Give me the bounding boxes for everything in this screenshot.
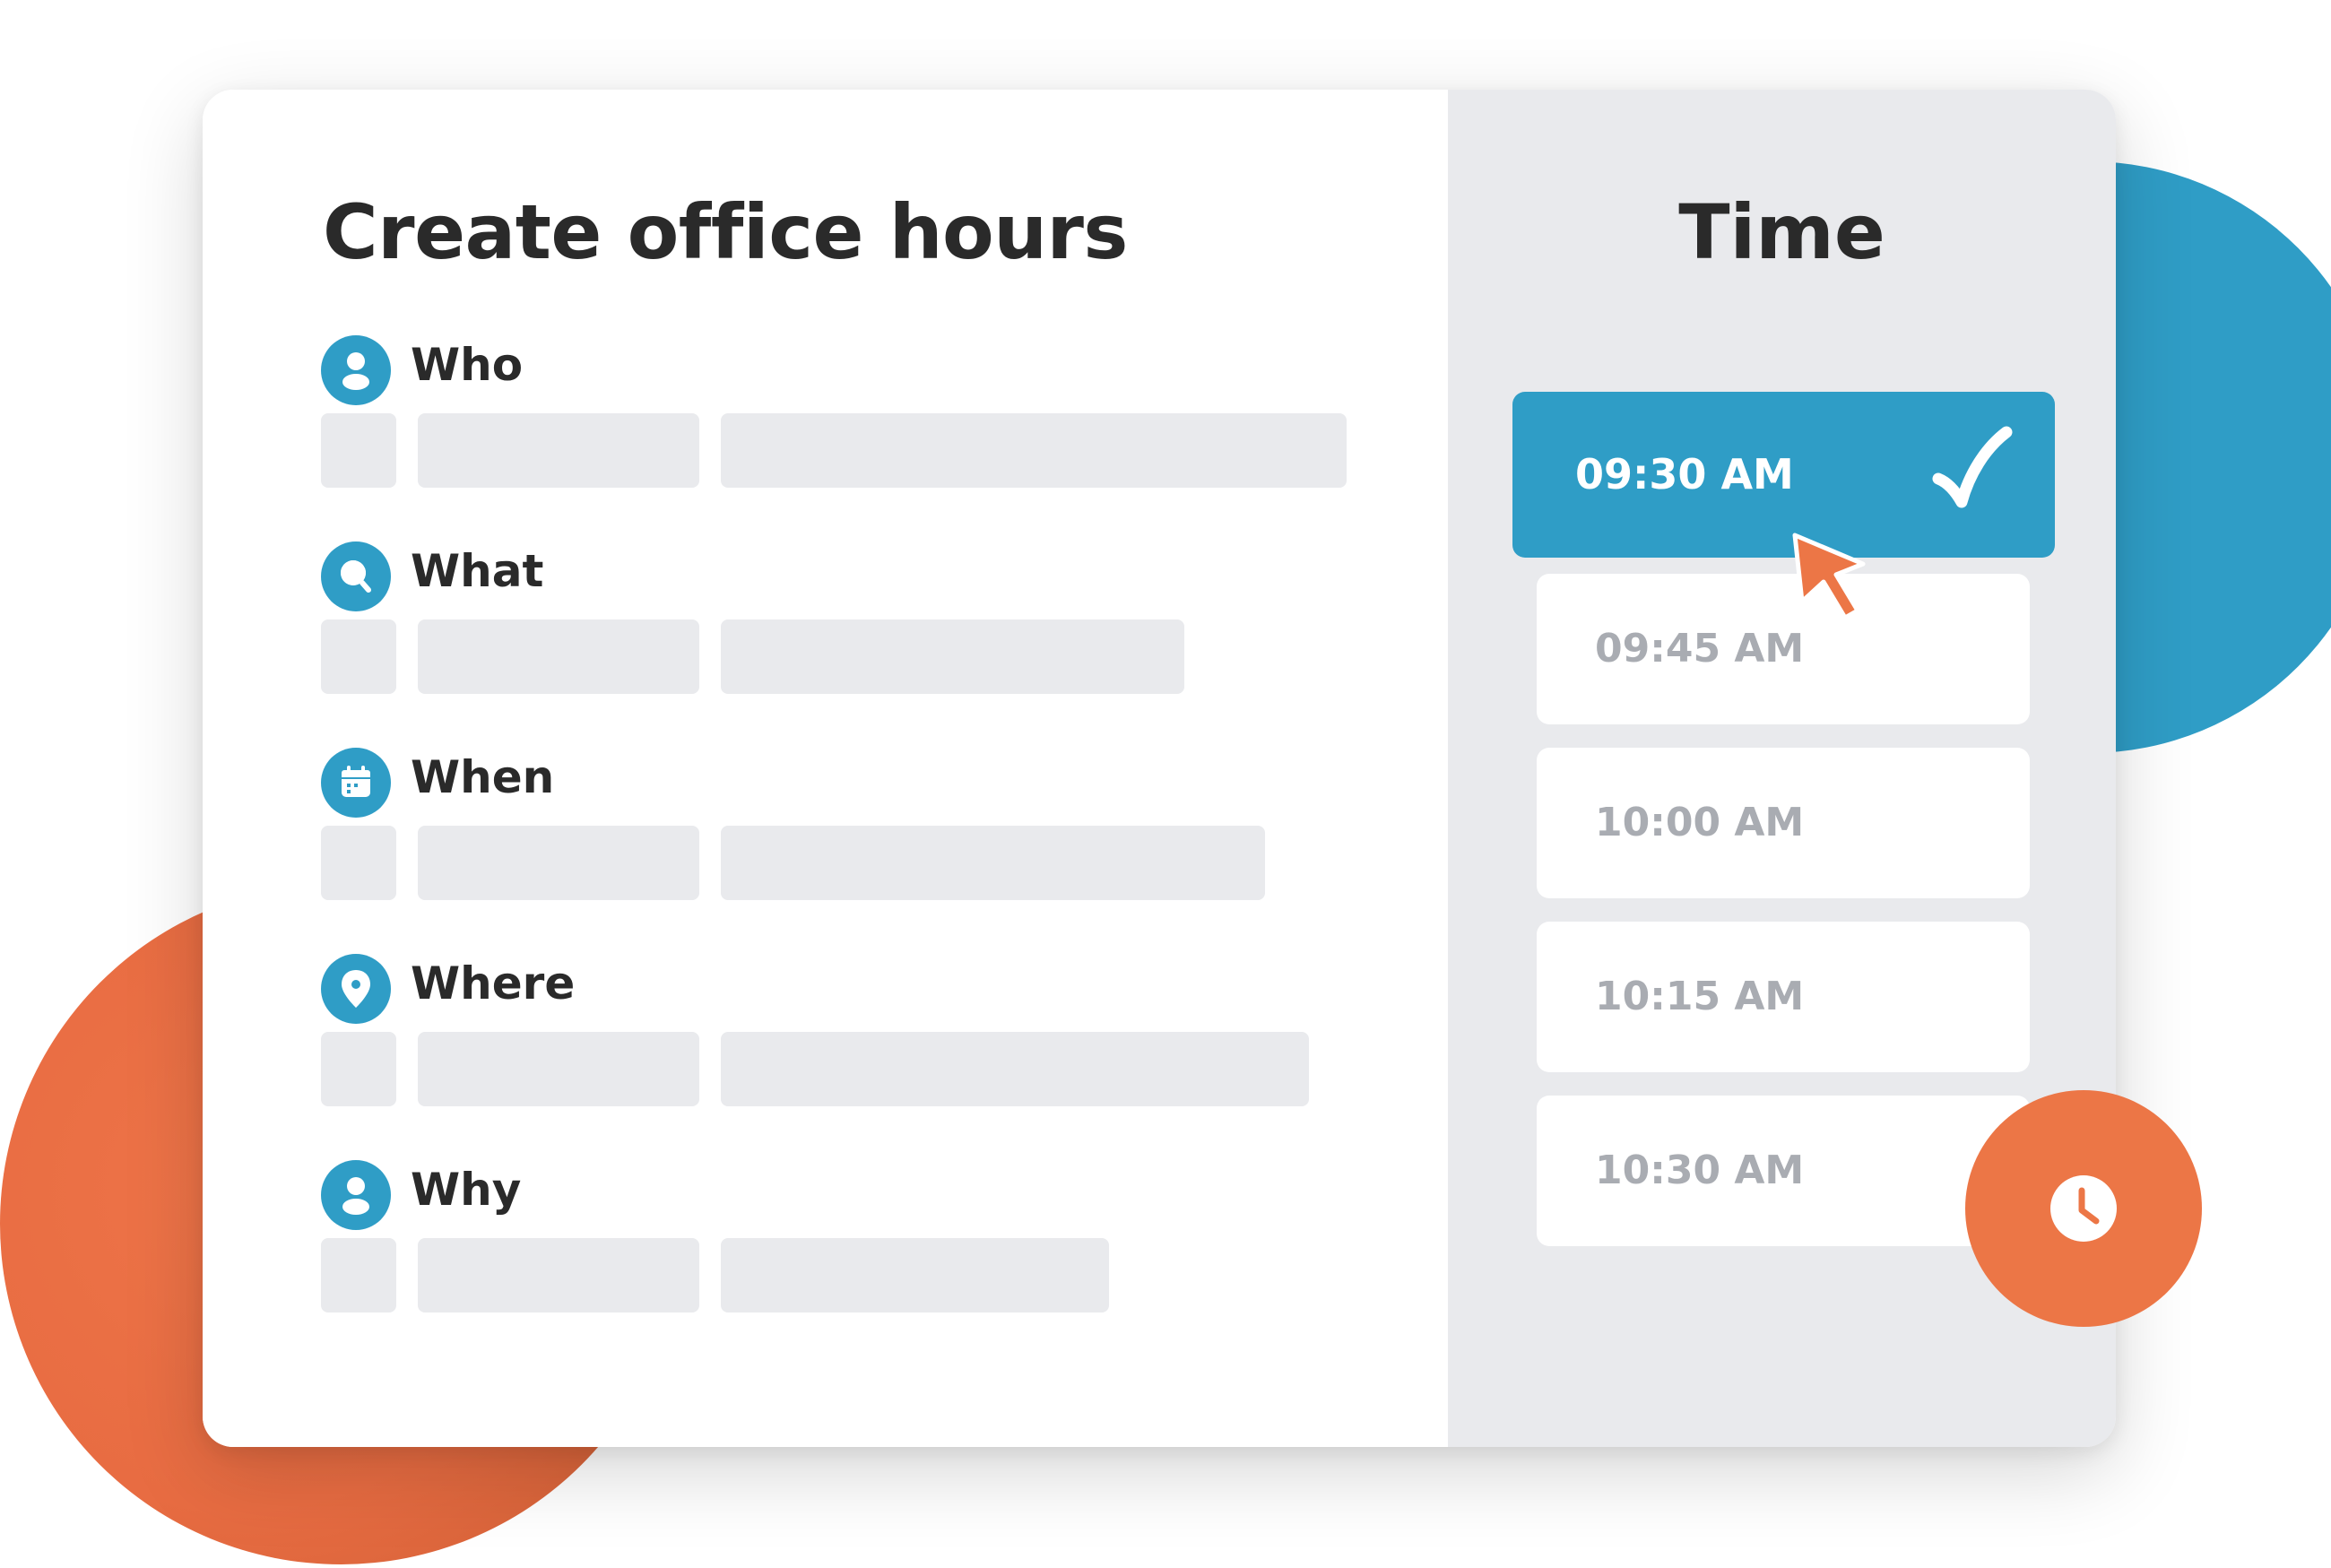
- clock-icon: [2050, 1175, 2117, 1242]
- why-field-long[interactable]: [721, 1238, 1109, 1312]
- location-pin-icon: [321, 954, 391, 1024]
- time-slot[interactable]: 10:30 AM: [1537, 1096, 2030, 1246]
- when-field-long[interactable]: [721, 826, 1265, 900]
- why-field-short[interactable]: [321, 1238, 396, 1312]
- time-slot-label: 10:30 AM: [1595, 1148, 1805, 1193]
- search-icon: [321, 541, 391, 611]
- time-slot-label: 10:15 AM: [1595, 974, 1805, 1019]
- section-label-who: Who: [411, 339, 524, 391]
- person-icon: [321, 335, 391, 405]
- calendar-icon: [321, 748, 391, 818]
- who-field-long[interactable]: [721, 413, 1347, 488]
- time-slot-label: 09:45 AM: [1595, 626, 1805, 671]
- person-icon: [321, 1160, 391, 1230]
- where-field-medium[interactable]: [418, 1032, 699, 1106]
- checkmark-icon: [1932, 426, 2013, 508]
- what-field-long[interactable]: [721, 619, 1184, 694]
- office-hours-card: Create office hours Who What When Where …: [203, 90, 2116, 1447]
- time-slot-label: 09:30 AM: [1575, 450, 1794, 498]
- who-field-short[interactable]: [321, 413, 396, 488]
- time-title: Time: [1678, 188, 1885, 276]
- page-title: Create office hours: [323, 188, 1128, 276]
- where-field-short[interactable]: [321, 1032, 396, 1106]
- section-why: Why: [321, 1160, 1397, 1321]
- when-field-short[interactable]: [321, 826, 396, 900]
- section-label-what: What: [411, 545, 544, 597]
- why-field-medium[interactable]: [418, 1238, 699, 1312]
- cursor-pointer-icon: [1792, 533, 1866, 620]
- section-label-when: When: [411, 751, 555, 803]
- time-slot[interactable]: 10:00 AM: [1537, 748, 2030, 898]
- where-field-long[interactable]: [721, 1032, 1309, 1106]
- time-slot-label: 10:00 AM: [1595, 800, 1805, 845]
- when-field-medium[interactable]: [418, 826, 699, 900]
- section-label-why: Why: [411, 1164, 522, 1216]
- section-what: What: [321, 541, 1397, 703]
- section-label-where: Where: [411, 957, 576, 1009]
- form-panel: Create office hours Who What When Where …: [203, 90, 1448, 1447]
- section-when: When: [321, 748, 1397, 909]
- who-field-medium[interactable]: [418, 413, 699, 488]
- what-field-medium[interactable]: [418, 619, 699, 694]
- section-where: Where: [321, 954, 1397, 1115]
- scene: Create office hours Who What When Where …: [0, 0, 2331, 1568]
- section-who: Who: [321, 335, 1397, 497]
- clock-badge-button[interactable]: [1965, 1090, 2202, 1327]
- time-slot[interactable]: 10:15 AM: [1537, 922, 2030, 1072]
- what-field-short[interactable]: [321, 619, 396, 694]
